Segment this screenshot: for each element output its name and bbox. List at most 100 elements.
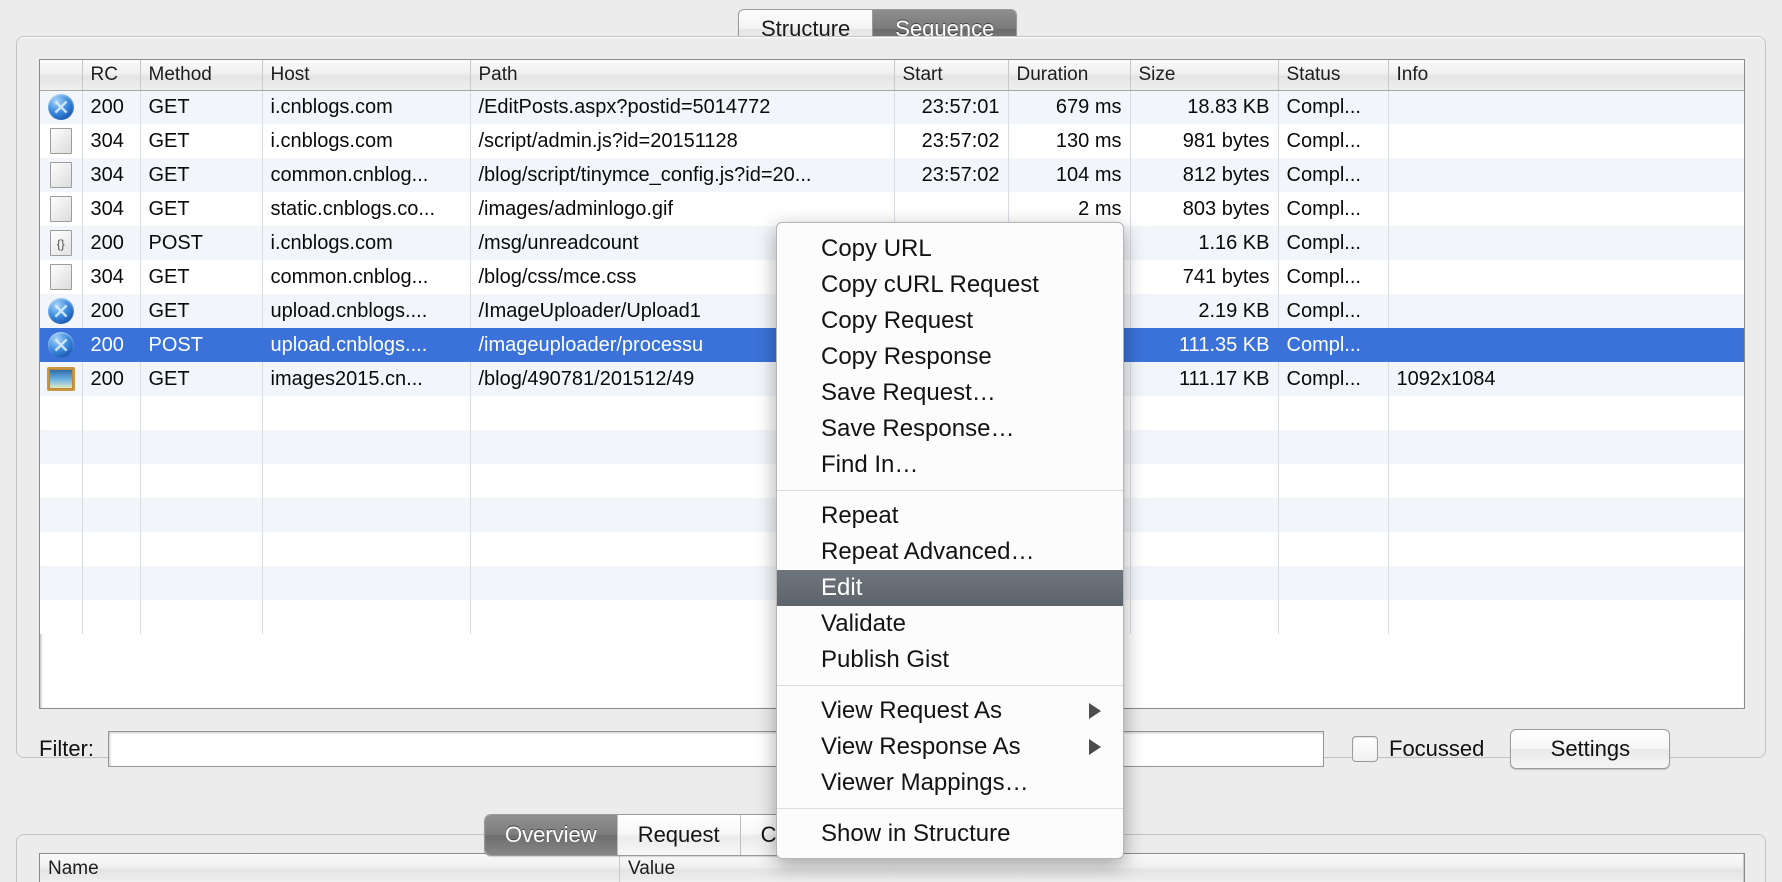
column-header-size[interactable]: Size [1130, 60, 1279, 91]
cell-start: 23:57:01 [894, 90, 1009, 124]
cell-empty [140, 396, 263, 430]
menu-item-label: Show in Structure [821, 820, 1011, 847]
cell-path: /EditPosts.aspx?postid=5014772 [470, 90, 895, 124]
globe-icon [47, 298, 74, 324]
menu-item-show-in-structure[interactable]: Show in Structure [777, 816, 1123, 852]
cell-size: 111.35 KB [1130, 328, 1279, 362]
column-header-rc[interactable]: RC [82, 60, 141, 91]
cell-empty [1130, 396, 1279, 430]
cell-status: Compl... [1278, 226, 1389, 260]
row-type-icon-cell: {} [40, 226, 83, 260]
focussed-checkbox-wrap[interactable]: Focussed [1352, 736, 1484, 762]
focussed-checkbox[interactable] [1352, 736, 1378, 762]
menu-item-label: Copy URL [821, 235, 932, 262]
menu-item-save-request[interactable]: Save Request… [777, 375, 1123, 411]
menu-item-validate[interactable]: Validate [777, 606, 1123, 642]
row-type-icon-cell [40, 90, 83, 124]
cell-rc: 304 [82, 260, 141, 294]
cell-empty [140, 532, 263, 566]
cell-empty [1130, 532, 1279, 566]
table-row[interactable]: 200 GET i.cnblogs.com/EditPosts.aspx?posti… [40, 90, 1744, 124]
cell-status: Compl... [1278, 90, 1389, 124]
cell-empty [82, 532, 141, 566]
menu-item-copy-response[interactable]: Copy Response [777, 339, 1123, 375]
row-type-icon-cell [40, 192, 83, 226]
cell-empty [1278, 464, 1389, 498]
cell-method: GET [140, 260, 263, 294]
menu-item-save-response[interactable]: Save Response… [777, 411, 1123, 447]
menu-item-repeat-advanced[interactable]: Repeat Advanced… [777, 534, 1123, 570]
menu-item-label: Validate [821, 610, 906, 637]
table-row[interactable]: 304 GET common.cnblog.../blog/script/tinym… [40, 158, 1744, 192]
cell-method: GET [140, 90, 263, 124]
cell-empty [1278, 396, 1389, 430]
cell-host: upload.cnblogs.... [262, 294, 471, 328]
menu-item-viewer-mappings[interactable]: Viewer Mappings… [777, 765, 1123, 801]
cell-empty [1278, 430, 1389, 464]
table-row[interactable]: 304 GET static.cnblogs.co.../images/adminl… [40, 192, 1744, 226]
context-menu[interactable]: Copy URL Copy cURL Request Copy Request Cop… [776, 222, 1124, 859]
column-header-duration[interactable]: Duration [1008, 60, 1131, 91]
focussed-label: Focussed [1389, 736, 1485, 761]
cell-empty [140, 498, 263, 532]
submenu-arrow-icon [1089, 739, 1101, 755]
cell-empty [140, 600, 263, 634]
cell-size: 18.83 KB [1130, 90, 1279, 124]
filter-label: Filter: [39, 736, 94, 761]
detail-tab-request[interactable]: Request [616, 815, 740, 855]
menu-item-repeat[interactable]: Repeat [777, 498, 1123, 534]
cell-empty [82, 566, 141, 600]
menu-item-copy-request[interactable]: Copy Request [777, 303, 1123, 339]
menu-item-edit[interactable]: Edit [777, 570, 1123, 606]
table-row[interactable]: 304 GET i.cnblogs.com/script/admin.js?id=2… [40, 124, 1744, 158]
cell-empty [262, 430, 471, 464]
cell-size: 2.19 KB [1130, 294, 1279, 328]
cell-status: Compl... [1278, 294, 1389, 328]
cell-info [1388, 158, 1744, 192]
cell-status: Compl... [1278, 124, 1389, 158]
cell-empty [40, 600, 83, 634]
cell-info [1388, 226, 1744, 260]
column-header-host[interactable]: Host [262, 60, 471, 91]
cell-host: common.cnblog... [262, 158, 471, 192]
menu-item-copy-url[interactable]: Copy URL [777, 231, 1123, 267]
settings-button[interactable]: Settings [1510, 729, 1671, 769]
cell-host: i.cnblogs.com [262, 226, 471, 260]
cell-empty [82, 430, 141, 464]
column-header-start[interactable]: Start [894, 60, 1009, 91]
cell-empty [40, 464, 83, 498]
cell-empty [1388, 498, 1744, 532]
menu-item-publish-gist[interactable]: Publish Gist [777, 642, 1123, 678]
menu-item-view-request-as[interactable]: View Request As [777, 693, 1123, 729]
column-header-info[interactable]: Info [1388, 60, 1744, 91]
menu-item-copy-curl-request[interactable]: Copy cURL Request [777, 267, 1123, 303]
column-header-status[interactable]: Status [1278, 60, 1389, 91]
cell-empty [40, 396, 83, 430]
cell-empty [82, 498, 141, 532]
menu-item-label: Edit [821, 574, 863, 601]
column-header-method[interactable]: Method [140, 60, 263, 91]
cell-info [1388, 124, 1744, 158]
globe-icon [47, 94, 74, 121]
cell-rc: 304 [82, 192, 141, 226]
menu-separator [777, 685, 1123, 686]
cell-method: POST [140, 328, 263, 362]
cell-empty [82, 464, 141, 498]
submenu-arrow-icon [1089, 703, 1101, 719]
detail-tab-overview[interactable]: Overview [485, 815, 617, 855]
cell-empty [140, 430, 263, 464]
cell-info [1388, 192, 1744, 226]
menu-item-find-in[interactable]: Find In… [777, 447, 1123, 483]
cell-info [1388, 90, 1744, 124]
filter-input[interactable] [108, 731, 1324, 767]
column-header-path[interactable]: Path [470, 60, 895, 91]
column-header-icon[interactable] [40, 60, 83, 91]
cell-empty [1130, 430, 1279, 464]
menu-item-view-response-as[interactable]: View Response As [777, 729, 1123, 765]
cell-empty [1130, 464, 1279, 498]
row-type-icon-cell [40, 362, 83, 396]
cell-path: /blog/script/tinymce_config.js?id=20... [470, 158, 895, 192]
cell-rc: 200 [82, 294, 141, 328]
cell-duration: 130 ms [1008, 124, 1131, 158]
menu-item-label: Publish Gist [821, 646, 950, 673]
